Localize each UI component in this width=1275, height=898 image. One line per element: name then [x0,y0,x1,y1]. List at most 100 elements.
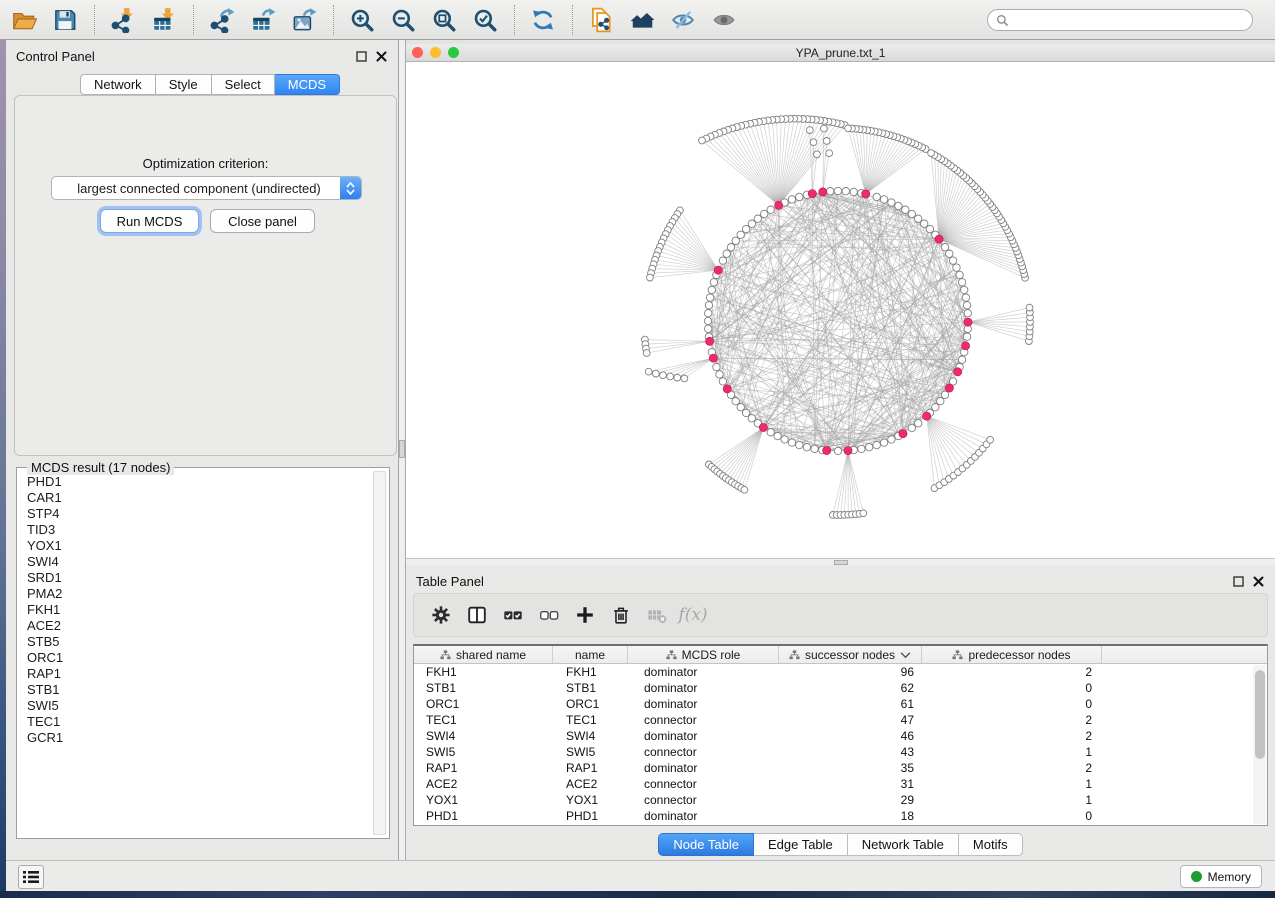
export-table-icon[interactable] [249,6,277,34]
zoom-selected-icon[interactable] [471,6,499,34]
network-view-window: YPA_prune.txt_1 [406,44,1275,558]
tab-node-table[interactable]: Node Table [658,833,754,856]
mcds-result-item[interactable]: ORC1 [21,650,369,666]
list-icon [23,870,39,884]
mcds-result-item[interactable]: FKH1 [21,602,369,618]
home-icon[interactable] [628,6,656,34]
mcds-result-item[interactable]: STP4 [21,506,369,522]
tab-mcds[interactable]: MCDS [275,74,340,95]
toolbar-separator [94,5,95,35]
open-network-file-icon[interactable] [587,6,615,34]
zoom-in-icon[interactable] [348,6,376,34]
column-header-name[interactable]: name [553,646,628,663]
optimization-criterion-label: Optimization criterion: [15,156,396,171]
import-network-icon[interactable] [109,6,137,34]
mcds-result-item[interactable]: PHD1 [21,474,369,490]
mcds-result-item[interactable]: STB1 [21,682,369,698]
zoom-out-icon[interactable] [389,6,417,34]
export-network-icon[interactable] [208,6,236,34]
table-row[interactable]: ACE2ACE2connector311 [414,776,1267,792]
settings-gear-icon[interactable] [428,602,454,628]
tab-network-table[interactable]: Network Table [848,833,959,856]
network-window-titlebar[interactable]: YPA_prune.txt_1 [406,44,1275,62]
table-row[interactable]: PHD1PHD1dominator180 [414,808,1267,824]
node-table-header: shared name name MCDS role successor nod… [414,646,1267,664]
run-mcds-button[interactable]: Run MCDS [100,209,199,233]
export-image-icon[interactable] [290,6,318,34]
tab-edge-table[interactable]: Edge Table [754,833,848,856]
table-row[interactable]: FKH1FKH1dominator962 [414,664,1267,680]
table-tabs: Node Table Edge Table Network Table Moti… [406,833,1275,856]
delete-column-icon[interactable] [644,602,670,628]
select-stepper-icon [340,177,361,199]
vertical-splitter[interactable] [399,40,406,860]
mcds-result-item[interactable]: ACE2 [21,618,369,634]
column-header-predecessor-nodes[interactable]: predecessor nodes [922,646,1102,663]
select-all-icon[interactable] [500,602,526,628]
refresh-icon[interactable] [529,6,557,34]
sitemap-icon [440,650,451,660]
float-panel-icon[interactable] [355,50,368,63]
column-header-shared-name[interactable]: shared name [414,646,553,663]
tab-select[interactable]: Select [212,74,275,95]
mcds-result-item[interactable]: PMA2 [21,586,369,602]
deselect-all-icon[interactable] [536,602,562,628]
table-row[interactable]: TEC1TEC1connector472 [414,712,1267,728]
table-row[interactable]: SWI4SWI4dominator462 [414,728,1267,744]
show-graphics-details-icon[interactable] [710,6,738,34]
table-scrollbar-thumb[interactable] [1255,670,1265,759]
horizontal-splitter[interactable] [406,558,1275,565]
table-row[interactable]: STB1STB1dominator620 [414,680,1267,696]
memory-button[interactable]: Memory [1180,865,1262,888]
save-session-icon[interactable] [51,6,79,34]
tab-style[interactable]: Style [156,74,212,95]
mcds-result-item[interactable]: CAR1 [21,490,369,506]
table-row[interactable]: RAP1RAP1dominator352 [414,760,1267,776]
table-row[interactable]: SWI5SWI5connector431 [414,744,1267,760]
sitemap-icon [666,650,677,660]
toolbar-separator [333,5,334,35]
float-panel-icon[interactable] [1232,575,1245,588]
mcds-result-item[interactable]: YOX1 [21,538,369,554]
close-panel-icon[interactable] [375,50,388,63]
mcds-result-item[interactable]: TEC1 [21,714,369,730]
tab-motifs[interactable]: Motifs [959,833,1023,856]
column-header-mcds-role[interactable]: MCDS role [628,646,779,663]
mcds-result-item[interactable]: GCR1 [21,730,369,746]
sort-chevron-icon [900,650,911,660]
optimization-criterion-select[interactable]: largest connected component (undirected) [51,176,362,200]
mcds-result-item[interactable]: SWI4 [21,554,369,570]
mcds-result-box: MCDS result (17 nodes) PHD1CAR1STP4TID3Y… [16,467,390,839]
tab-network[interactable]: Network [80,74,156,95]
import-table-icon[interactable] [150,6,178,34]
mcds-result-item[interactable]: TID3 [21,522,369,538]
close-panel-icon[interactable] [1252,575,1265,588]
close-panel-button[interactable]: Close panel [210,209,315,233]
zoom-fit-icon[interactable] [430,6,458,34]
table-row[interactable]: YOX1YOX1connector291 [414,792,1267,808]
add-row-icon[interactable] [572,602,598,628]
hide-graphics-details-icon[interactable] [669,6,697,34]
header-filler [1102,646,1267,663]
open-folder-icon[interactable] [10,6,38,34]
table-scrollbar[interactable] [1253,665,1266,824]
search-input[interactable] [1014,13,1244,27]
status-bar: Memory [6,860,1275,891]
mcds-result-item[interactable]: STB5 [21,634,369,650]
show-column-panel-icon[interactable] [464,602,490,628]
mcds-result-item[interactable]: SRD1 [21,570,369,586]
control-panel-title: Control Panel [16,49,348,64]
mcds-result-item[interactable]: SWI5 [21,698,369,714]
mcds-list-scrollbar[interactable] [373,471,386,835]
mcds-result-item[interactable]: RAP1 [21,666,369,682]
delete-row-icon[interactable] [608,602,634,628]
search-field[interactable] [987,9,1253,31]
toolbar-separator [514,5,515,35]
splitter-handle[interactable] [399,440,405,458]
function-builder-icon[interactable]: f(x) [680,602,706,628]
column-header-successor-nodes[interactable]: successor nodes [779,646,922,663]
network-graph-svg[interactable] [406,62,1275,558]
table-row[interactable]: ORC1ORC1dominator610 [414,696,1267,712]
panel-list-button[interactable] [18,865,44,889]
node-table-body: FKH1FKH1dominator962STB1STB1dominator620… [414,664,1267,824]
